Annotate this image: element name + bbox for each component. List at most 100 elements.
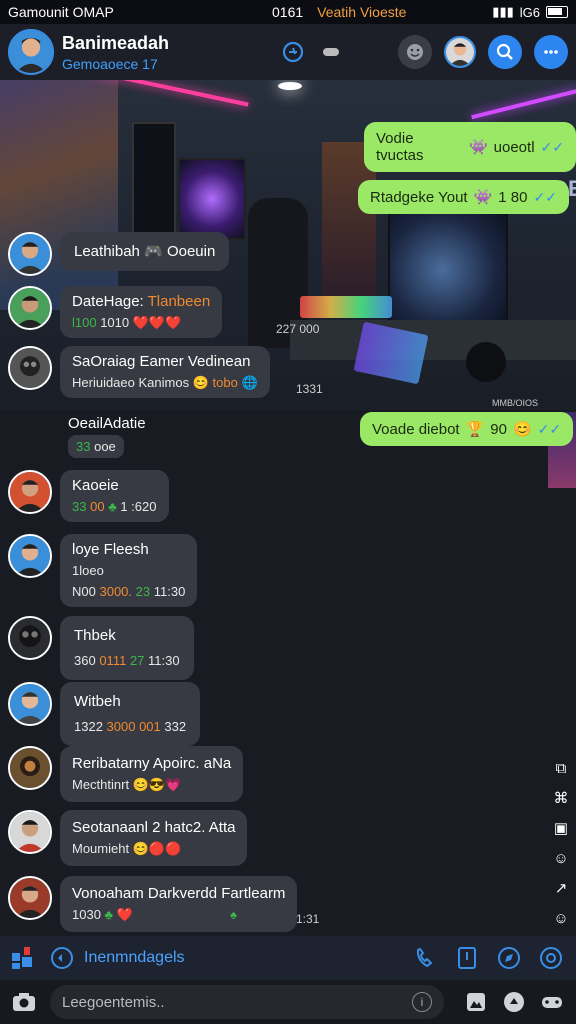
sender-avatar[interactable]	[8, 682, 52, 726]
message-toolbar: Inenmndagels	[0, 936, 576, 980]
incoming-message-row[interactable]: Leathibah 🎮 Ooeuin	[8, 232, 230, 276]
message-bubble[interactable]: Seotanaanl 2 hatc2. Atta Moumieht 😊🔴🔴	[60, 810, 248, 866]
video-call-icon[interactable]	[280, 39, 306, 65]
message-text: Vodie tvuctas	[376, 130, 424, 164]
message-meta: Mecthtinrt	[72, 777, 130, 792]
sender-avatar[interactable]	[8, 746, 52, 790]
message-meta: 0111	[99, 653, 127, 668]
carrier-text: Gamounit OMAP	[8, 4, 114, 20]
message-bubble[interactable]: loye Fleesh 1loeo N00 3000. 23 11:30	[60, 534, 198, 607]
incoming-message-row[interactable]: Witbeh 1322 3000 001 332	[8, 682, 201, 746]
sender-avatar[interactable]	[8, 232, 52, 276]
message-meta: Moumieht	[72, 841, 130, 856]
message-bubble[interactable]: Vonoaham Darkverdd Fartlearm 1030 ♣ ❤️ ♠	[60, 876, 298, 932]
message-text: Voade diebot	[372, 420, 460, 438]
sender-avatar[interactable]	[8, 346, 52, 390]
emoji-reaction-button[interactable]	[398, 35, 432, 69]
heart-emojis: ❤️	[116, 907, 133, 922]
incoming-message-row[interactable]: OeailAdatie 33 ooe	[52, 412, 154, 460]
message-bubble[interactable]: Leathibah 🎮 Ooeuin	[60, 232, 230, 271]
chat-icon[interactable]: ▣	[551, 818, 571, 838]
gallery-icon[interactable]	[460, 986, 492, 1018]
copy-icon[interactable]: ⧉	[551, 758, 571, 778]
outgoing-message[interactable]: Rtadgeke Yout 👾 1 80 ✓✓	[358, 180, 569, 214]
secondary-avatar[interactable]	[444, 36, 476, 68]
controller-emoji: 🎮	[144, 243, 163, 260]
chat-area[interactable]: IDE MMB/OIOS Vodie tvuctas 👾 uoeotl ✓✓ R…	[0, 80, 576, 936]
message-meta: 23	[135, 584, 151, 599]
phone-icon[interactable]	[410, 943, 440, 973]
message-bubble[interactable]: Kaoeie 33 00 ♣ 1 :620	[60, 470, 169, 522]
message-input-wrapper[interactable]: i	[50, 985, 444, 1019]
document-icon[interactable]	[452, 943, 482, 973]
at-icon[interactable]	[536, 943, 566, 973]
reaction-emojis: 😊😎💗	[132, 777, 182, 792]
toolbar-label[interactable]: Inenmndagels	[84, 949, 398, 967]
profile-icon[interactable]: ☺	[551, 848, 571, 868]
incoming-message-row[interactable]: SaOraiag Eamer Vedinean Heriuidaeo Kanim…	[8, 346, 270, 398]
message-bubble[interactable]: Witbeh 1322 3000 001 332	[60, 682, 201, 746]
sender-avatar[interactable]	[8, 286, 52, 330]
search-button[interactable]	[488, 35, 522, 69]
outgoing-message[interactable]: Voade diebot 🏆 90 😊 ✓✓	[360, 412, 574, 446]
sender-avatar[interactable]	[8, 810, 52, 854]
incoming-message-row[interactable]: Reribatarny Apoirc. aNa Mecthtinrt 😊😎💗	[8, 746, 244, 802]
message-text-tail: Ooeuin	[166, 243, 216, 260]
profile-icon[interactable]: ☺	[551, 908, 571, 928]
sender-avatar[interactable]	[8, 616, 52, 660]
message-bubble[interactable]: Thbek 360 0111 27 11:30	[60, 616, 194, 680]
chat-header: Banimeadah Gemoaoece 17	[0, 24, 576, 80]
contact-titles[interactable]: Banimeadah Gemoaoece 17	[62, 33, 280, 72]
message-bubble[interactable]: OeailAdatie 33 ooe	[60, 412, 154, 460]
message-bubble[interactable]: DateHage: Tlanbeen l​100 1010 ❤️❤️❤️	[60, 286, 223, 338]
incoming-message-row[interactable]: Seotanaanl 2 hatc2. Atta Moumieht 😊🔴🔴	[8, 810, 248, 866]
status-time: 0161	[272, 4, 304, 20]
message-meta: 27	[129, 653, 145, 668]
message-bubble[interactable]: Reribatarny Apoirc. aNa Mecthtinrt 😊😎💗	[60, 746, 244, 802]
message-text: Witbeh	[74, 693, 121, 710]
contact-avatar[interactable]	[8, 29, 54, 75]
read-receipt-icon: ✓✓	[537, 420, 562, 437]
message-highlight: Tlanbeen	[147, 293, 211, 310]
message-bubble[interactable]: SaOraiag Eamer Vedinean Heriuidaeo Kanim…	[60, 346, 270, 398]
share-icon[interactable]: ↗	[551, 878, 571, 898]
sticker-icon[interactable]	[498, 986, 530, 1018]
gamepad-icon[interactable]: ⌘	[551, 788, 571, 808]
monitor	[178, 158, 246, 240]
voice-icon[interactable]	[50, 946, 74, 970]
compass-icon[interactable]	[494, 943, 524, 973]
gamepad-icon[interactable]	[536, 986, 568, 1018]
message-meta: 3000.	[99, 584, 133, 599]
sender-avatar[interactable]	[8, 876, 52, 920]
read-receipt-icon: ✓✓	[533, 188, 557, 205]
incoming-message-row[interactable]: Kaoeie 33 00 ♣ 1 :620	[8, 470, 169, 522]
status-center-text: Veatih Vioeste	[317, 4, 407, 20]
outgoing-message[interactable]: Vodie tvuctas 👾 uoeotl ✓✓	[364, 122, 576, 172]
incoming-message-row[interactable]: DateHage: Tlanbeen l​100 1010 ❤️❤️❤️	[8, 286, 223, 338]
header-actions	[280, 35, 568, 69]
incoming-message-row[interactable]: loye Fleesh 1loeo N00 3000. 23 11:30	[8, 534, 198, 607]
message-input[interactable]	[62, 993, 412, 1011]
message-text: Reribatarny Apoirc. aNa	[72, 755, 232, 772]
game-controller-icon[interactable]	[318, 39, 344, 65]
message-meta: 360	[74, 653, 96, 668]
monitor	[132, 122, 176, 242]
globe-emoji: 🌐	[241, 375, 258, 390]
apps-icon[interactable]	[10, 945, 36, 971]
message-meta: 1322	[74, 719, 103, 734]
camera-icon[interactable]	[8, 986, 40, 1018]
incoming-message-row[interactable]: Vonoaham Darkverdd Fartlearm 1030 ♣ ❤️ ♠	[8, 876, 298, 932]
message-text: Leathibah	[74, 243, 140, 260]
message-meta: 00	[90, 499, 105, 514]
input-bar: i	[0, 980, 576, 1024]
status-bar: Gamounit OMAP 0161 Veatih Vioeste ▮▮▮ lG…	[0, 0, 576, 24]
sender-avatar[interactable]	[8, 470, 52, 514]
sender-avatar[interactable]	[8, 534, 52, 578]
message-text: Rtadgeke Yout	[370, 188, 468, 206]
message-meta: 33	[76, 439, 91, 454]
heart-emojis: ❤️❤️❤️	[132, 315, 182, 330]
info-icon[interactable]: i	[412, 992, 432, 1012]
more-options-button[interactable]	[534, 35, 568, 69]
incoming-message-row[interactable]: Thbek 360 0111 27 11:30	[8, 616, 194, 680]
message-meta: 1010	[100, 315, 130, 330]
